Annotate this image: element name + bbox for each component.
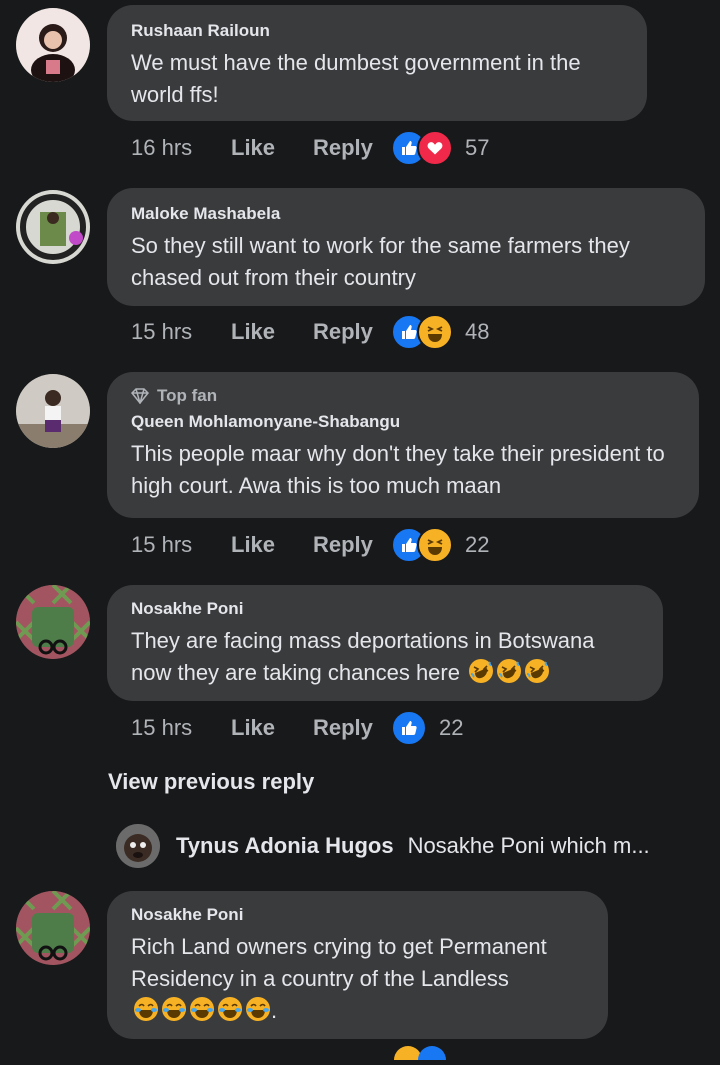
rofl-emoji-icon — [469, 659, 494, 683]
rofl-emoji-icon — [497, 659, 522, 683]
reply-author[interactable]: Tynus Adonia Hugos — [176, 833, 394, 859]
like-reaction-icon — [391, 710, 427, 746]
joy-emoji-icon — [134, 997, 158, 1021]
joy-emoji-icon — [246, 997, 270, 1021]
comment-time[interactable]: 15 hrs — [131, 532, 231, 558]
diamond-icon — [131, 388, 149, 404]
reactions-summary[interactable]: 57 — [391, 130, 489, 166]
comment-text: We must have the dumbest government in t… — [131, 50, 581, 107]
like-button[interactable]: Like — [231, 715, 313, 741]
avatar-nosakhe[interactable] — [16, 891, 90, 965]
reply-preview[interactable]: Tynus Adonia Hugos Nosakhe Poni which m.… — [116, 824, 650, 868]
comment-author[interactable]: Queen Mohlamonyane-Shabangu — [131, 412, 675, 432]
comment-actions: 15 hrs Like Reply 48 — [131, 314, 489, 350]
comment-text: They are facing mass deportations in Bot… — [131, 625, 639, 689]
comment-author[interactable]: Nosakhe Poni — [131, 905, 584, 925]
comment-actions: 15 hrs Like Reply 22 — [131, 710, 463, 746]
avatar-nosakhe[interactable] — [16, 585, 90, 659]
haha-reaction-icon — [417, 314, 453, 350]
like-button[interactable]: Like — [231, 319, 313, 345]
reaction-count: 22 — [439, 715, 464, 740]
top-fan-badge: Top fan — [131, 386, 675, 406]
comment-time[interactable]: 15 hrs — [131, 319, 231, 345]
comment-time[interactable]: 16 hrs — [131, 135, 231, 161]
reply-button[interactable]: Reply — [313, 319, 391, 345]
comment-actions: 16 hrs Like Reply 57 — [131, 130, 489, 166]
reply-text: Nosakhe Poni which m... — [407, 833, 650, 858]
comment-actions: 15 hrs Like Reply 22 — [131, 527, 489, 563]
reaction-count: 22 — [465, 532, 490, 557]
love-reaction-icon — [417, 130, 453, 166]
avatar-tynus[interactable] — [116, 824, 160, 868]
comment-author[interactable]: Nosakhe Poni — [131, 599, 639, 619]
top-fan-label: Top fan — [157, 386, 218, 405]
comment-bubble: Maloke Mashabela So they still want to w… — [107, 188, 705, 306]
like-button[interactable]: Like — [231, 135, 313, 161]
joy-emoji-icon — [218, 997, 242, 1021]
comment-author[interactable]: Maloke Mashabela — [131, 204, 681, 224]
comment-text: Rich Land owners crying to get Permanent… — [131, 931, 584, 1027]
comment-text: This people maar why don't they take the… — [131, 441, 665, 498]
reactions-summary[interactable]: 48 — [391, 314, 489, 350]
reactions-summary[interactable]: 22 — [391, 710, 463, 746]
comment-time[interactable]: 15 hrs — [131, 715, 231, 741]
reaction-count: 57 — [465, 135, 490, 160]
comment-author[interactable]: Rushaan Railoun — [131, 21, 623, 41]
comment-text: So they still want to work for the same … — [131, 233, 630, 290]
avatar-rushaan[interactable] — [16, 8, 90, 82]
haha-reaction-icon — [394, 1046, 446, 1065]
reply-button[interactable]: Reply — [313, 715, 391, 741]
reply-button[interactable]: Reply — [313, 135, 391, 161]
reply-button[interactable]: Reply — [313, 532, 391, 558]
comment-text-body: Rich Land owners crying to get Permanent… — [131, 934, 547, 991]
avatar-queen[interactable] — [16, 374, 90, 448]
haha-reaction-icon — [417, 527, 453, 563]
reactions-summary[interactable]: 22 — [391, 527, 489, 563]
comment-bubble: Nosakhe Poni Rich Land owners crying to … — [107, 891, 608, 1039]
like-button[interactable]: Like — [231, 532, 313, 558]
comment-text-trailing: . — [271, 998, 278, 1023]
comment-bubble: Nosakhe Poni They are facing mass deport… — [107, 585, 663, 701]
comment-bubble: Rushaan Railoun We must have the dumbest… — [107, 5, 647, 121]
avatar-maloke[interactable] — [16, 190, 90, 264]
reaction-count: 48 — [465, 319, 490, 344]
rofl-emoji-icon — [525, 659, 550, 683]
reactions-summary-partial[interactable] — [392, 1044, 452, 1065]
joy-emoji-icon — [190, 997, 214, 1021]
comment-bubble: Top fan Queen Mohlamonyane-Shabangu This… — [107, 372, 699, 518]
joy-emoji-icon — [162, 997, 186, 1021]
view-previous-reply-link[interactable]: View previous reply — [108, 769, 314, 795]
